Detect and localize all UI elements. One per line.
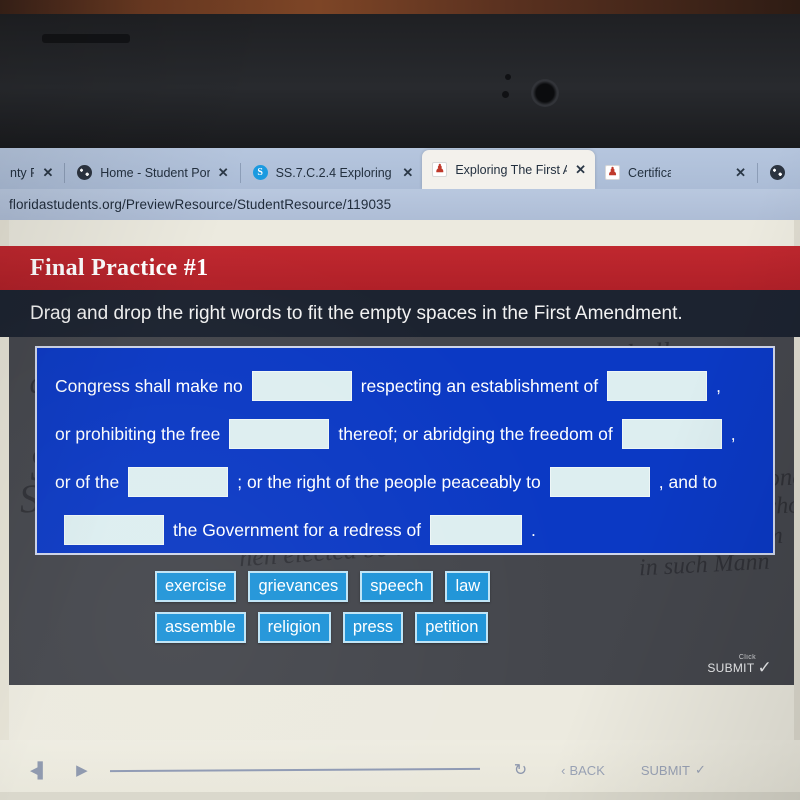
bezel-sensor-dot xyxy=(502,91,509,98)
page-title: Final Practice #1 xyxy=(30,254,209,281)
word-bank: exercise grievances speech law assemble relig… xyxy=(155,571,625,653)
browser-tab[interactable]: nty P ✕ xyxy=(0,156,62,189)
fill-in-the-blank-panel: Congress shall make no respecting an esta… xyxy=(35,346,775,555)
click-hint-submit-label: SUBMIT xyxy=(707,660,755,675)
bezel-speaker-grille xyxy=(42,34,130,43)
webcam-icon xyxy=(531,79,559,107)
tab-title: nty P xyxy=(10,165,35,180)
browser-tab[interactable]: S SS.7.C.2.4 Exploring Th ✕ xyxy=(243,156,423,189)
prompt-text: , xyxy=(716,375,721,396)
desk-edge xyxy=(0,792,800,800)
instruction-band: Drag and drop the right words to fit the… xyxy=(0,290,800,337)
back-button[interactable]: ‹ BACK xyxy=(561,763,605,778)
tab-divider xyxy=(757,163,758,183)
prompt-text: or prohibiting the free xyxy=(55,423,221,444)
lesson-navigation-bar: ◂▌ ▶ ↻ ‹ BACK SUBMIT ✓ xyxy=(0,740,800,800)
draggable-word-tile[interactable]: law xyxy=(445,571,491,602)
tab-divider xyxy=(64,163,66,183)
drop-target-blank[interactable] xyxy=(549,467,650,497)
screenshot-root: nty P ✕ Home - Student Portal ✕ S SS.7.C… xyxy=(0,0,800,800)
play-icon[interactable]: ▶ xyxy=(76,761,88,779)
drop-target-blank[interactable] xyxy=(430,515,523,545)
lesson-title-band: Final Practice #1 xyxy=(0,246,800,290)
prompt-row: or prohibiting the free thereof; or abrid… xyxy=(55,410,755,458)
prompt-row: or of the ; or the right of the people pe… xyxy=(55,458,755,506)
skype-icon: S xyxy=(252,165,268,180)
tab-divider xyxy=(239,163,241,183)
prompt-text: , and to xyxy=(658,471,718,492)
close-icon[interactable]: ✕ xyxy=(735,166,746,179)
browser-tab-active[interactable]: ♟ Exploring The First Am ✕ xyxy=(422,150,596,189)
browser-tab-strip: nty P ✕ Home - Student Portal ✕ S SS.7.C… xyxy=(0,148,800,189)
prompt-text: respecting an establishment of xyxy=(360,375,599,396)
globe-icon xyxy=(769,165,785,180)
address-bar[interactable]: floridastudents.org/PreviewResource/Stud… xyxy=(0,189,800,220)
refresh-icon[interactable]: ↻ xyxy=(514,760,527,780)
prompt-row: the Government for a redress of. xyxy=(55,506,755,554)
draggable-word-tile[interactable]: speech xyxy=(360,571,434,602)
close-icon[interactable]: ✕ xyxy=(575,163,586,176)
drop-target-blank[interactable] xyxy=(251,371,352,401)
click-submit-hint: Click SUBMIT ✓ xyxy=(707,654,772,676)
check-icon: ✓ xyxy=(757,658,772,677)
globe-icon xyxy=(77,165,93,180)
draggable-word-tile[interactable]: assemble xyxy=(155,612,246,643)
draggable-word-tile[interactable]: grievances xyxy=(248,571,349,602)
browser-tab[interactable]: Home - Student Portal ✕ xyxy=(67,156,237,189)
tab-title: Home - Student Portal xyxy=(100,165,210,180)
draggable-word-tile[interactable]: religion xyxy=(257,612,331,643)
prompt-text: , xyxy=(730,423,736,444)
back-label: BACK xyxy=(569,762,605,778)
prompt-text: the Government for a redress of xyxy=(173,519,422,540)
red-bookmark-icon: ♟ xyxy=(432,162,448,177)
close-icon[interactable]: ✕ xyxy=(402,166,413,179)
prompt-text: thereof; or abridging the freedom of xyxy=(338,423,613,444)
draggable-word-tile[interactable]: press xyxy=(342,612,404,643)
submit-button[interactable]: SUBMIT ✓ xyxy=(641,762,706,778)
check-icon: ✓ xyxy=(695,762,706,777)
url-text: floridastudents.org/PreviewResource/Stud… xyxy=(9,197,392,212)
page-content: Final Practice #1 Drag and drop the righ… xyxy=(0,220,800,740)
draggable-word-tile[interactable]: exercise xyxy=(155,571,237,602)
word-bank-row: exercise grievances speech law xyxy=(155,571,625,602)
close-icon[interactable]: ✕ xyxy=(218,166,229,179)
tab-title: Exploring The First Am xyxy=(455,162,568,177)
speaker-icon[interactable]: ◂▌ xyxy=(30,761,48,779)
prompt-text: or of the xyxy=(55,471,120,492)
prompt-text: . xyxy=(531,519,536,540)
tab-title: Certificate xyxy=(628,165,672,180)
browser-tab[interactable]: ♟ Certificate ✕ xyxy=(595,156,755,189)
drop-target-blank[interactable] xyxy=(128,467,229,497)
draggable-word-tile[interactable]: petition xyxy=(415,612,489,643)
prompt-row: Congress shall make no respecting an esta… xyxy=(55,362,755,410)
constitution-background: the and our hen to fore whoshall no use … xyxy=(9,337,794,685)
drop-target-blank[interactable] xyxy=(621,419,722,449)
drop-target-blank[interactable] xyxy=(64,515,164,545)
close-icon[interactable]: ✕ xyxy=(42,166,53,179)
prompt-text: Congress shall make no xyxy=(55,375,243,396)
laptop-bezel xyxy=(0,14,800,148)
tab-title: SS.7.C.2.4 Exploring Th xyxy=(275,165,395,180)
click-hint-small: Click xyxy=(738,654,756,661)
prompt-text: ; or the right of the people peaceably t… xyxy=(237,471,541,492)
desk-surface xyxy=(0,0,800,14)
browser-tab[interactable] xyxy=(760,156,800,189)
drop-target-blank[interactable] xyxy=(607,371,708,401)
bezel-sensor-dot xyxy=(505,74,511,80)
chevron-left-icon: ‹ xyxy=(561,762,566,778)
submit-label: SUBMIT xyxy=(640,762,690,778)
word-bank-row: assemble religion press petition xyxy=(155,612,625,643)
drop-target-blank[interactable] xyxy=(229,419,330,449)
instruction-text: Drag and drop the right words to fit the… xyxy=(30,302,683,324)
progress-track[interactable] xyxy=(109,767,480,773)
red-bookmark-icon: ♟ xyxy=(605,165,621,180)
